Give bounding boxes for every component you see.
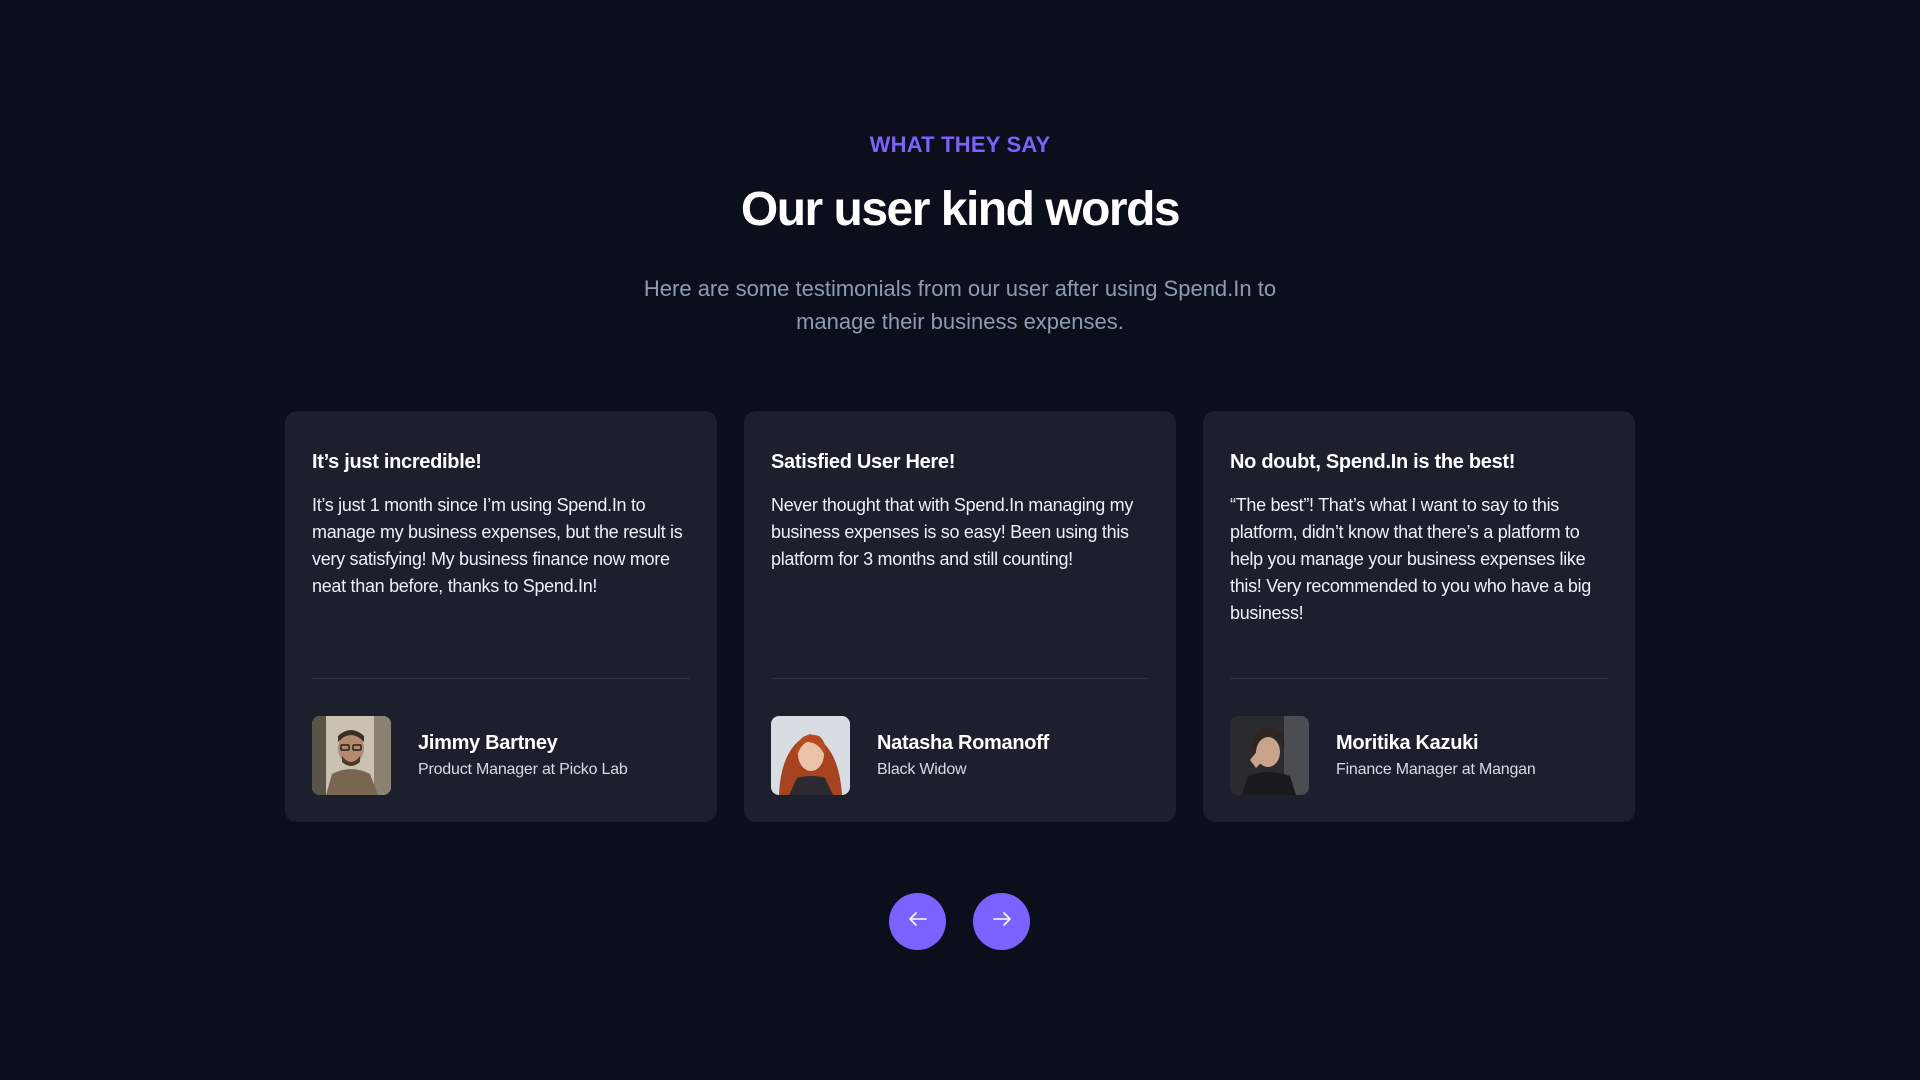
author-name: Jimmy Bartney <box>418 732 558 754</box>
author-name: Natasha Romanoff <box>877 732 1049 754</box>
testimonial-card: It’s just incredible! It’s just 1 month … <box>285 411 717 822</box>
avatar <box>1230 716 1309 795</box>
testimonial-title: It’s just incredible! <box>312 451 482 473</box>
author-role: Product Manager at Picko Lab <box>418 761 628 778</box>
avatar <box>312 716 391 795</box>
testimonial-author: Jimmy Bartney Product Manager at Picko L… <box>312 716 628 795</box>
avatar <box>771 716 850 795</box>
testimonial-title: No doubt, Spend.In is the best! <box>1230 451 1516 473</box>
testimonial-card: Satisfied User Here! Never thought that … <box>744 411 1176 822</box>
testimonial-text: Never thought that with Spend.In managin… <box>771 495 1134 569</box>
section-title: Our user kind words <box>740 183 1181 236</box>
carousel-navigation <box>889 893 1030 950</box>
testimonials-section: WHAT THEY SAY Our user kind words Here a… <box>0 0 1920 1080</box>
next-button[interactable] <box>973 893 1030 950</box>
testimonial-author: Natasha Romanoff Black Widow <box>771 716 1049 795</box>
card-divider <box>1230 678 1608 679</box>
testimonial-text: It’s just 1 month since I’m using Spend.… <box>312 495 683 596</box>
card-divider <box>771 678 1149 679</box>
author-role: Finance Manager at Mangan <box>1336 761 1536 778</box>
card-divider <box>312 678 690 679</box>
previous-button[interactable] <box>889 893 946 950</box>
testimonial-card: No doubt, Spend.In is the best! “The bes… <box>1203 411 1635 822</box>
section-subtitle: Here are some testimonials from our user… <box>643 276 1277 334</box>
testimonial-author: Moritika Kazuki Finance Manager at Manga… <box>1230 716 1536 795</box>
arrow-left-icon <box>908 912 927 931</box>
testimonial-title: Satisfied User Here! <box>771 451 956 473</box>
author-name: Moritika Kazuki <box>1336 732 1479 754</box>
testimonial-text: “The best”! That’s what I want to say to… <box>1230 495 1592 623</box>
section-eyebrow: WHAT THEY SAY <box>869 132 1051 157</box>
author-role: Black Widow <box>877 761 967 778</box>
testimonial-carousel: It’s just incredible! It’s just 1 month … <box>285 411 1635 822</box>
arrow-right-icon <box>992 912 1011 931</box>
